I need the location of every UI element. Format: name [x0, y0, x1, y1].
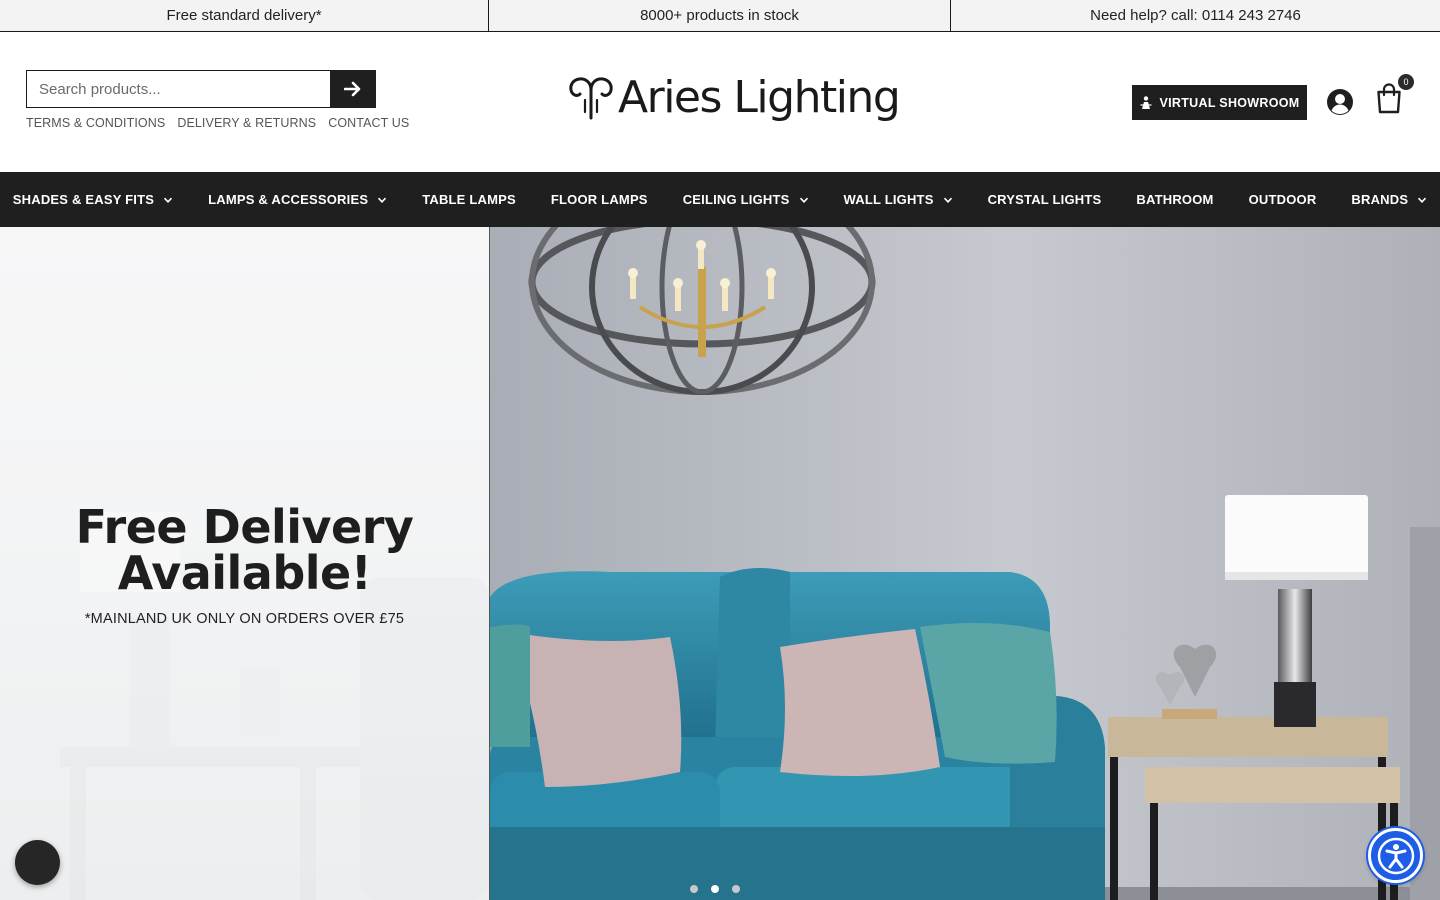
nav-item-label: OUTDOOR	[1248, 192, 1317, 207]
nav-item-label: TABLE LAMPS	[422, 192, 516, 207]
hero-promo-panel: Free Delivery Available! *MAINLAND UK ON…	[0, 227, 489, 900]
slide-dot-2[interactable]	[711, 885, 719, 893]
nav-item-label: SHADES & EASY FITS	[12, 192, 155, 207]
hero-title-line1: Free Delivery	[75, 500, 414, 554]
nav-item-label: BATHROOM	[1136, 192, 1214, 207]
user-circle-icon[interactable]	[1326, 88, 1354, 116]
stock-notice: 8000+ products in stock	[489, 0, 951, 31]
search-input[interactable]	[26, 70, 330, 108]
site-header: TERMS & CONDITIONS DELIVERY & RETURNS CO…	[0, 32, 1440, 172]
nav-item-shades-easy-fits[interactable]: SHADES & EASY FITS	[0, 192, 191, 207]
virtual-showroom-label: VIRTUAL SHOWROOM	[1159, 95, 1300, 110]
slide-dot-1[interactable]	[690, 885, 698, 893]
accessibility-button[interactable]	[1368, 828, 1423, 883]
nav-item-lamps-accessories[interactable]: LAMPS & ACCESSORIES	[191, 192, 405, 207]
chevron-down-icon	[378, 197, 387, 203]
nav-item-label: CEILING LIGHTS	[682, 192, 790, 207]
nav-item-label: LAMPS & ACCESSORIES	[208, 192, 369, 207]
top-info-bar: Free standard delivery* 8000+ products i…	[0, 0, 1440, 32]
shopping-bag-icon[interactable]	[1376, 82, 1402, 114]
nav-item-floor-lamps[interactable]: FLOOR LAMPS	[533, 192, 665, 207]
hero-title-line2: Available!	[117, 546, 372, 600]
accessibility-icon	[1377, 837, 1414, 874]
slider-dots	[690, 885, 740, 893]
nav-item-label: BRANDS	[1351, 192, 1409, 207]
hero-banner: Free Delivery Available! *MAINLAND UK ON…	[0, 227, 1440, 900]
chevron-down-icon	[164, 197, 173, 203]
free-delivery-notice: Free standard delivery*	[0, 0, 489, 31]
header-links: TERMS & CONDITIONS DELIVERY & RETURNS CO…	[26, 116, 409, 130]
delivery-returns-link[interactable]: DELIVERY & RETURNS	[177, 116, 316, 130]
logo-wordmark: Aries Lighting	[618, 72, 901, 123]
nav-item-wall-lights[interactable]: WALL LIGHTS	[826, 192, 970, 207]
search-form	[26, 70, 376, 108]
main-navigation: SHADES & EASY FITS LAMPS & ACCESSORIES T…	[0, 172, 1440, 227]
hero-subtitle: *MAINLAND UK ONLY ON ORDERS OVER £75	[84, 611, 405, 627]
nav-item-label: WALL LIGHTS	[843, 192, 934, 207]
nav-menu: SHADES & EASY FITS LAMPS & ACCESSORIES T…	[0, 192, 1440, 207]
contact-us-link[interactable]: CONTACT US	[328, 116, 409, 130]
nav-item-brands[interactable]: BRANDS	[1334, 192, 1440, 207]
hero-lifestyle-image	[489, 227, 1440, 900]
search-submit-button[interactable]	[330, 70, 376, 108]
nav-item-crystal-lights[interactable]: CRYSTAL LIGHTS	[970, 192, 1119, 207]
chevron-down-icon	[1418, 197, 1427, 203]
virtual-showroom-button[interactable]: VIRTUAL SHOWROOM	[1132, 85, 1307, 120]
site-logo[interactable]: Aries Lighting	[568, 72, 901, 123]
terms-conditions-link[interactable]: TERMS & CONDITIONS	[26, 116, 165, 130]
living-room-scene	[490, 227, 1440, 900]
nav-item-bathroom[interactable]: BATHROOM	[1119, 192, 1231, 207]
nav-item-label: CRYSTAL LIGHTS	[987, 192, 1102, 207]
nav-item-table-lamps[interactable]: TABLE LAMPS	[405, 192, 534, 207]
chevron-down-icon	[943, 197, 952, 203]
person-figure-icon	[1140, 95, 1151, 109]
help-phone-notice[interactable]: Need help? call: 0114 243 2746	[951, 0, 1440, 31]
chevron-down-icon	[799, 197, 808, 203]
nav-item-outdoor[interactable]: OUTDOOR	[1231, 192, 1334, 207]
cart-count-badge: 0	[1398, 74, 1414, 90]
slide-dot-3[interactable]	[732, 885, 740, 893]
nav-item-ceiling-lights[interactable]: CEILING LIGHTS	[665, 192, 826, 207]
hero-title: Free Delivery Available!	[0, 504, 489, 596]
nav-item-label: FLOOR LAMPS	[550, 192, 648, 207]
aries-ram-logo-icon	[569, 77, 613, 120]
arrow-right-icon	[344, 81, 361, 97]
chat-button[interactable]	[15, 840, 60, 885]
